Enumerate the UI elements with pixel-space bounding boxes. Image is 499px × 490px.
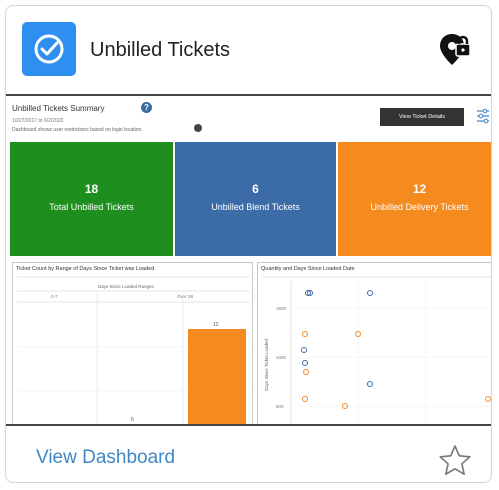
info-icon: ? (141, 102, 152, 113)
card-title: Unbilled Tickets (90, 39, 231, 61)
scatter-point (367, 290, 373, 296)
scatter-chart-pane: Quantity and Days Since Loaded Date Days… (257, 262, 491, 424)
dashboard-card[interactable]: Unbilled Tickets Unbilled Tickets Summar… (5, 5, 492, 483)
kpi-unbilled-blend: 6 Unbilled Blend Tickets (175, 142, 336, 256)
check-circle-icon (22, 22, 76, 76)
bar-col-label: Over 28 (177, 294, 194, 299)
scatter-point (302, 360, 308, 366)
card-header: Unbilled Tickets (6, 6, 491, 94)
preview-date-range: 10/27/2017 to 6/2/2020 (12, 118, 64, 124)
bar-col-label: 0-7 (51, 294, 58, 299)
bar-subheader: Days Since Loaded Ranges (98, 284, 155, 289)
kpi-label: Unbilled Blend Tickets (211, 202, 300, 212)
bar-chart: Days Since Loaded Ranges 0-7 Over 28 6 1… (17, 276, 250, 424)
star-icon[interactable] (438, 444, 472, 481)
view-ticket-details-button: View Ticket Details (380, 108, 464, 126)
kpi-value: 12 (412, 182, 427, 196)
bar-label: 12 (213, 322, 219, 328)
scatter-point (301, 347, 307, 353)
kpi-value: 6 (252, 182, 259, 196)
scatter-point (302, 331, 308, 337)
scatter-chart: Days Since Ticket Loaded 1500 1000 500 (262, 276, 491, 424)
kpi-unbilled-delivery: 12 Unbilled Delivery Tickets (338, 142, 491, 256)
scatter-point (485, 396, 491, 402)
card-footer: View Dashboard (6, 426, 491, 482)
bar-over-28 (188, 329, 246, 424)
bar-chart-pane: Ticket Count by Range of Days Since Tick… (12, 262, 253, 424)
scatter-point (302, 396, 308, 402)
bar-label: 6 (131, 417, 134, 423)
preview-title: Unbilled Tickets Summary (12, 104, 105, 113)
scatter-point (367, 381, 373, 387)
scatter-y-label: Days Since Ticket Loaded (264, 338, 269, 391)
location-lock-icon (439, 33, 471, 72)
kpi-value: 18 (84, 182, 99, 196)
scatter-point (303, 369, 309, 375)
kpi-total-unbilled: 18 Total Unbilled Tickets (10, 142, 173, 256)
y-tick: 1500 (276, 306, 287, 311)
filter-icon (476, 108, 490, 124)
preview-note: Dashboard shows user restrictions based … (12, 127, 143, 133)
note-icon (194, 124, 202, 132)
kpi-label: Unbilled Delivery Tickets (370, 202, 469, 212)
kpi-label: Total Unbilled Tickets (49, 202, 134, 212)
y-tick: 1000 (276, 355, 287, 360)
y-tick: 500 (276, 404, 284, 409)
view-dashboard-link[interactable]: View Dashboard (36, 447, 175, 469)
dashboard-preview[interactable]: Unbilled Tickets Summary ? 10/27/2017 to… (6, 94, 491, 426)
